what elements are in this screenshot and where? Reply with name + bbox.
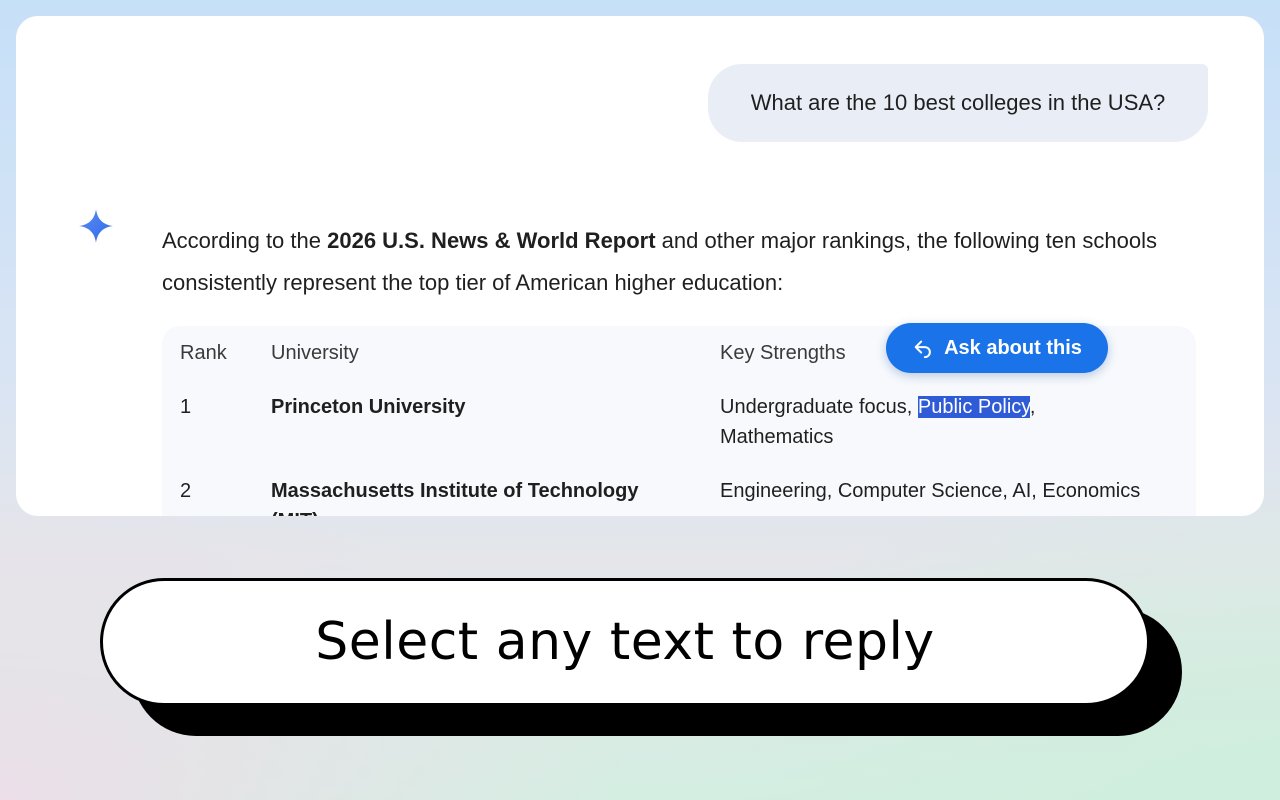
promo-banner: Select any text to reply bbox=[100, 578, 1150, 706]
ask-button-label: Ask about this bbox=[944, 336, 1082, 359]
reply-arrow-icon bbox=[914, 340, 931, 359]
intro-text-bold: 2026 U.S. News & World Report bbox=[327, 228, 656, 253]
table-cell-university-line2: (MIT) bbox=[271, 506, 319, 516]
assistant-response-intro[interactable]: According to the 2026 U.S. News & World … bbox=[162, 220, 1212, 304]
table-cell-rank: 1 bbox=[180, 396, 192, 418]
selected-text-highlight[interactable]: Public Policy bbox=[917, 396, 1030, 418]
table-cell-rank: 2 bbox=[180, 480, 192, 502]
sparkle-icon bbox=[79, 209, 113, 243]
strengths-text: Undergraduate focus, bbox=[720, 396, 918, 418]
table-cell-strengths-line2: Mathematics bbox=[720, 426, 834, 448]
strengths-text-tail: , bbox=[1029, 396, 1036, 418]
table-header-rank: Rank bbox=[180, 342, 227, 364]
table-cell-strengths: Engineering, Computer Science, AI, Econo… bbox=[720, 480, 1141, 502]
banner-text: Select any text to reply bbox=[315, 612, 935, 672]
table-header-key-strengths: Key Strengths bbox=[720, 342, 846, 364]
user-message-bubble: What are the 10 best colleges in the USA… bbox=[708, 64, 1208, 142]
ask-about-this-button[interactable]: Ask about this bbox=[886, 323, 1108, 373]
intro-text-before: According to the bbox=[162, 228, 328, 253]
table-cell-university: Massachusetts Institute of Technology bbox=[271, 480, 639, 502]
user-message-text: What are the 10 best colleges in the USA… bbox=[750, 90, 1166, 115]
table-cell-university: Princeton University bbox=[271, 396, 466, 418]
chat-card: What are the 10 best colleges in the USA… bbox=[16, 16, 1264, 516]
table-header-university: University bbox=[271, 342, 359, 364]
table-cell-strengths[interactable]: Undergraduate focus, Public Policy, bbox=[720, 392, 1035, 422]
